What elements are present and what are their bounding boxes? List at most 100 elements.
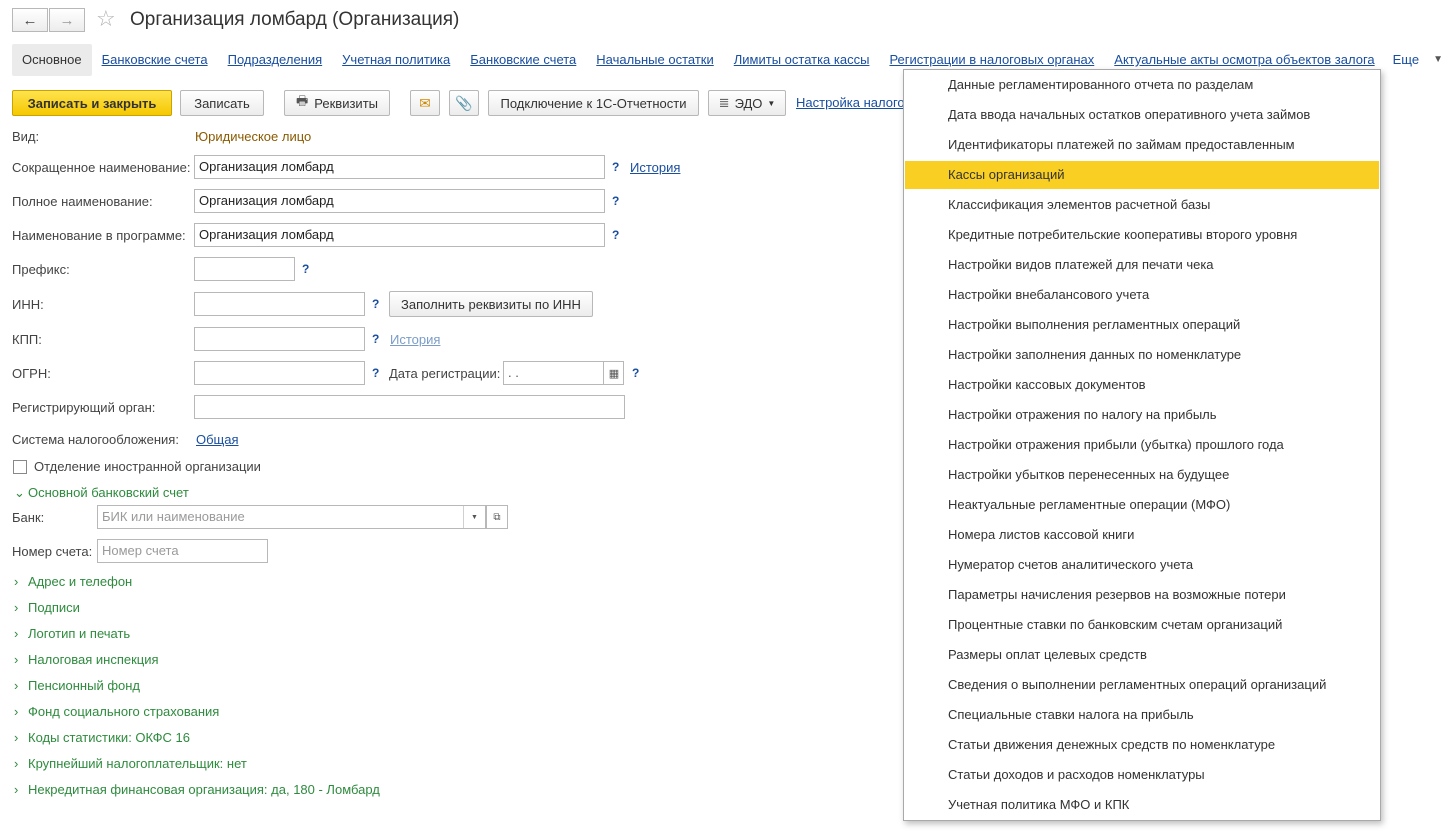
menu-item[interactable]: Настройки заполнения данных по номенклат… bbox=[905, 341, 1379, 369]
save-and-close-button[interactable]: Записать и закрыть bbox=[12, 90, 172, 116]
tabs-more-button[interactable]: Еще bbox=[1385, 44, 1419, 76]
save-button[interactable]: Записать bbox=[180, 90, 264, 116]
prefix-label: Префикс: bbox=[12, 262, 70, 277]
help-icon[interactable]: ? bbox=[612, 228, 619, 242]
back-button[interactable]: ← bbox=[12, 8, 48, 32]
tab-accounting-policy[interactable]: Учетная политика bbox=[332, 44, 460, 76]
tab-main[interactable]: Основное bbox=[12, 44, 92, 76]
menu-item[interactable]: Классификация элементов расчетной базы bbox=[905, 191, 1379, 219]
dropdown-arrow-icon[interactable]: ▼ bbox=[463, 506, 485, 528]
connect-1c-reporting-button[interactable]: Подключение к 1С-Отчетности bbox=[488, 90, 699, 116]
forward-button[interactable]: → bbox=[49, 8, 85, 32]
history-link[interactable]: История bbox=[630, 160, 680, 175]
group-label: Некредитная финансовая организация: да, … bbox=[28, 782, 380, 797]
reg-date-value: . . bbox=[508, 365, 519, 380]
fill-by-inn-button[interactable]: Заполнить реквизиты по ИНН bbox=[389, 291, 593, 317]
tab-bank-accounts[interactable]: Банковские счета bbox=[92, 44, 218, 76]
kpp-field[interactable] bbox=[194, 327, 365, 351]
menu-item[interactable]: Настройки кассовых документов bbox=[905, 371, 1379, 399]
menu-item[interactable]: Номера листов кассовой книги bbox=[905, 521, 1379, 549]
printer-icon: 🖶 bbox=[296, 93, 309, 108]
menu-item[interactable]: Настройки убытков перенесенных на будуще… bbox=[905, 461, 1379, 489]
email-button[interactable]: ✉ bbox=[410, 90, 440, 116]
tax-settings-link[interactable]: Настройка налого bbox=[796, 95, 905, 110]
help-icon[interactable]: ? bbox=[612, 194, 619, 208]
bank-section-title: Основной банковский счет bbox=[28, 485, 189, 500]
chevron-right-icon: › bbox=[14, 574, 19, 589]
chevron-right-icon: › bbox=[14, 756, 19, 771]
group-logo[interactable]: › Логотип и печать bbox=[14, 626, 130, 641]
menu-item[interactable]: Нумератор счетов аналитического учета bbox=[905, 551, 1379, 579]
kpp-history-link[interactable]: История bbox=[390, 332, 440, 347]
foreign-branch-checkbox[interactable] bbox=[13, 460, 27, 474]
help-icon[interactable]: ? bbox=[372, 297, 379, 311]
edo-button[interactable]: ≣ ЭДО ▼ bbox=[708, 90, 786, 116]
menu-item[interactable]: Статьи движения денежных средств по номе… bbox=[905, 731, 1379, 759]
reg-date-label: Дата регистрации: bbox=[389, 366, 501, 381]
chevron-down-icon[interactable]: ▼ bbox=[1433, 44, 1443, 76]
attachment-button[interactable]: 📎 bbox=[449, 90, 479, 116]
help-icon[interactable]: ? bbox=[372, 332, 379, 346]
envelope-icon: ✉ bbox=[419, 94, 431, 111]
ogrn-field[interactable] bbox=[194, 361, 365, 385]
menu-item-selected[interactable]: Кассы организаций bbox=[905, 161, 1379, 189]
group-social-insurance[interactable]: › Фонд социального страхования bbox=[14, 704, 219, 719]
menu-item[interactable]: Настройки выполнения регламентных операц… bbox=[905, 311, 1379, 339]
menu-item[interactable]: Неактуальные регламентные операции (МФО) bbox=[905, 491, 1379, 519]
chevron-right-icon: › bbox=[14, 652, 19, 667]
chevron-right-icon: › bbox=[14, 600, 19, 615]
group-tax-inspection[interactable]: › Налоговая инспекция bbox=[14, 652, 159, 667]
help-icon[interactable]: ? bbox=[612, 160, 619, 174]
tax-system-link[interactable]: Общая bbox=[196, 432, 239, 447]
tab-initial-balances[interactable]: Начальные остатки bbox=[586, 44, 723, 76]
menu-item[interactable]: Идентификаторы платежей по займам предос… bbox=[905, 131, 1379, 159]
menu-item[interactable]: Специальные ставки налога на прибыль bbox=[905, 701, 1379, 729]
vid-value[interactable]: Юридическое лицо bbox=[195, 129, 311, 144]
inn-label: ИНН: bbox=[12, 297, 44, 312]
short-name-label: Сокращенное наименование: bbox=[12, 160, 191, 175]
menu-item[interactable]: Дата ввода начальных остатков оперативно… bbox=[905, 101, 1379, 129]
bank-section-header[interactable]: ⌄ Основной банковский счет bbox=[14, 485, 189, 501]
group-pension-fund[interactable]: › Пенсионный фонд bbox=[14, 678, 140, 693]
group-noncredit-org[interactable]: › Некредитная финансовая организация: да,… bbox=[14, 782, 380, 797]
foreign-branch-label: Отделение иностранной организации bbox=[34, 459, 261, 474]
open-icon[interactable]: ⧉ bbox=[486, 505, 508, 529]
menu-item[interactable]: Настройки отражения прибыли (убытка) про… bbox=[905, 431, 1379, 459]
menu-item[interactable]: Кредитные потребительские кооперативы вт… bbox=[905, 221, 1379, 249]
group-statistics-codes[interactable]: › Коды статистики: ОКФС 16 bbox=[14, 730, 190, 745]
menu-item[interactable]: Настройки внебалансового учета bbox=[905, 281, 1379, 309]
menu-item[interactable]: Настройки видов платежей для печати чека bbox=[905, 251, 1379, 279]
requisites-button[interactable]: 🖶 Реквизиты bbox=[284, 90, 390, 116]
chevron-down-icon: ⌄ bbox=[14, 485, 25, 500]
group-address[interactable]: › Адрес и телефон bbox=[14, 574, 132, 589]
help-icon[interactable]: ? bbox=[372, 366, 379, 380]
favorite-star-icon[interactable]: ☆ bbox=[96, 6, 116, 32]
full-name-field[interactable]: Организация ломбард bbox=[194, 189, 605, 213]
tab-cash-limits[interactable]: Лимиты остатка кассы bbox=[724, 44, 880, 76]
group-signatures[interactable]: › Подписи bbox=[14, 600, 80, 615]
short-name-field[interactable]: Организация ломбард bbox=[194, 155, 605, 179]
group-largest-taxpayer[interactable]: › Крупнейший налогоплательщик: нет bbox=[14, 756, 247, 771]
menu-item[interactable]: Данные регламентированного отчета по раз… bbox=[905, 71, 1379, 99]
calendar-icon[interactable]: ▦ bbox=[603, 361, 624, 385]
help-icon[interactable]: ? bbox=[302, 262, 309, 276]
group-label: Пенсионный фонд bbox=[28, 678, 141, 693]
bank-field[interactable]: БИК или наименование bbox=[97, 505, 486, 529]
tab-subdivisions[interactable]: Подразделения bbox=[218, 44, 333, 76]
menu-item[interactable]: Размеры оплат целевых средств bbox=[905, 641, 1379, 669]
tab-bank-accounts-2[interactable]: Банковские счета bbox=[460, 44, 586, 76]
prefix-field[interactable] bbox=[194, 257, 295, 281]
menu-item[interactable]: Параметры начисления резервов на возможн… bbox=[905, 581, 1379, 609]
menu-item[interactable]: Настройки отражения по налогу на прибыль bbox=[905, 401, 1379, 429]
edo-icon: ≣ bbox=[718, 95, 730, 110]
menu-item[interactable]: Учетная политика МФО и КПК bbox=[905, 791, 1379, 819]
reg-organ-field[interactable] bbox=[194, 395, 625, 419]
program-name-field[interactable]: Организация ломбард bbox=[194, 223, 605, 247]
menu-item[interactable]: Сведения о выполнении регламентных опера… bbox=[905, 671, 1379, 699]
menu-item[interactable]: Статьи доходов и расходов номенклатуры bbox=[905, 761, 1379, 789]
menu-item[interactable]: Процентные ставки по банковским счетам о… bbox=[905, 611, 1379, 639]
account-field[interactable]: Номер счета bbox=[97, 539, 268, 563]
inn-field[interactable] bbox=[194, 292, 365, 316]
help-icon[interactable]: ? bbox=[632, 366, 639, 380]
program-name-label: Наименование в программе: bbox=[12, 228, 186, 243]
